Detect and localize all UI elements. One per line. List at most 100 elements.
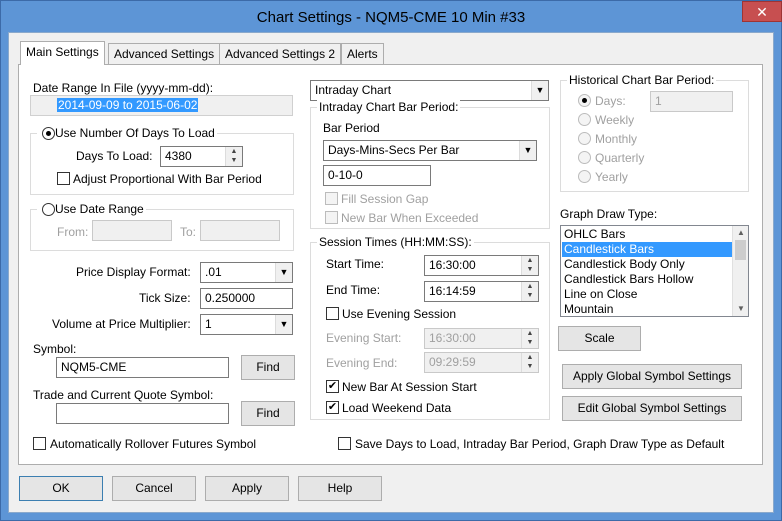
rollover-checkbox[interactable] (33, 437, 46, 450)
close-icon[interactable]: ✕ (742, 1, 782, 22)
tab-advanced-settings-2[interactable]: Advanced Settings 2 (219, 43, 342, 65)
use-days-radio[interactable] (42, 127, 55, 140)
help-button[interactable]: Help (298, 476, 382, 501)
new-bar-session-start-checkbox[interactable]: ✔ (326, 380, 339, 393)
tick-size-label: Tick Size: (139, 291, 191, 305)
tab-alerts[interactable]: Alerts (341, 43, 384, 65)
start-time-spinner[interactable]: ▲ ▼ (521, 256, 538, 275)
price-format-value: .01 (205, 265, 222, 279)
symbol-label: Symbol: (33, 342, 77, 356)
end-time-value: 16:14:59 (429, 284, 476, 298)
price-format-label: Price Display Format: (76, 265, 191, 279)
fill-session-gap-label: Fill Session Gap (341, 192, 429, 206)
days-input: 1 (650, 91, 733, 112)
list-item[interactable]: Candlestick Bars (562, 242, 734, 257)
bar-period-input[interactable]: 0-10-0 (323, 165, 431, 186)
quarterly-label: Quarterly (595, 151, 645, 165)
list-item[interactable]: Mountain (562, 302, 734, 316)
chart-type-select[interactable]: Intraday Chart ▼ (310, 80, 549, 101)
hist-group-label: Historical Chart Bar Period: (567, 73, 717, 87)
apply-button[interactable]: Apply (205, 476, 289, 501)
symbol-input[interactable]: NQM5-CME (56, 357, 229, 378)
list-item[interactable]: Line on Close (562, 287, 734, 302)
days-to-load-value: 4380 (165, 149, 192, 163)
from-label: From: (57, 225, 89, 239)
end-time-spinner[interactable]: ▲ ▼ (521, 282, 538, 301)
evening-end-spinner: ▲ ▼ (521, 353, 538, 372)
list-scrollbar[interactable]: ▲ ▼ (732, 226, 748, 316)
tick-size-input[interactable]: 0.250000 (200, 288, 293, 309)
vap-multiplier-select[interactable]: 1 ▼ (200, 314, 293, 335)
intraday-group-label: Intraday Chart Bar Period: (317, 100, 461, 114)
scale-button[interactable]: Scale (558, 326, 641, 351)
chevron-down-icon[interactable]: ▼ (531, 81, 548, 100)
title-bar[interactable]: Chart Settings - NQM5-CME 10 Min #33 ✕ (1, 1, 782, 33)
graph-draw-type-list[interactable]: OHLC Bars Candlestick Bars Candlestick B… (560, 225, 749, 317)
end-time-input[interactable]: 16:14:59 ▲ ▼ (424, 281, 539, 302)
date-range-value: 2014-09-09 to 2015-06-02 (57, 98, 199, 112)
apply-global-symbol-settings-button[interactable]: Apply Global Symbol Settings (562, 364, 742, 389)
evening-end-input: 09:29:59 ▲ ▼ (424, 352, 539, 373)
monthly-label: Monthly (595, 132, 638, 146)
tab-main-settings[interactable]: Main Settings (20, 41, 105, 65)
start-time-label: Start Time: (326, 257, 385, 271)
new-bar-exceeded-checkbox[interactable] (325, 211, 338, 224)
evening-start-spinner: ▲ ▼ (521, 329, 538, 348)
yearly-radio[interactable] (578, 170, 591, 183)
list-item[interactable]: Candlestick Bars Hollow (562, 272, 734, 287)
ok-button[interactable]: OK (19, 476, 103, 501)
chevron-down-icon[interactable]: ▼ (275, 315, 292, 334)
list-item[interactable]: Candlestick Body Only (562, 257, 734, 272)
days-spinner[interactable]: ▲ ▼ (225, 147, 242, 166)
chevron-down-icon[interactable]: ▼ (275, 263, 292, 282)
edit-global-symbol-settings-button[interactable]: Edit Global Symbol Settings (562, 396, 742, 421)
save-default-label: Save Days to Load, Intraday Bar Period, … (355, 437, 725, 451)
date-range-field: 2014-09-09 to 2015-06-02 (30, 95, 293, 116)
chevron-down-icon[interactable]: ▼ (519, 141, 536, 160)
days-label: Days: (595, 94, 626, 108)
scroll-down-icon[interactable]: ▼ (733, 302, 748, 316)
yearly-label: Yearly (595, 170, 628, 184)
date-range-label: Date Range In File (yyyy-mm-dd): (33, 81, 214, 95)
bar-period-select[interactable]: Days-Mins-Secs Per Bar ▼ (323, 140, 537, 161)
list-item[interactable]: OHLC Bars (562, 227, 734, 242)
session-group-label: Session Times (HH:MM:SS): (317, 235, 474, 249)
load-weekend-data-checkbox[interactable]: ✔ (326, 401, 339, 414)
adjust-proportional-label: Adjust Proportional With Bar Period (73, 172, 262, 186)
weekly-label: Weekly (595, 113, 635, 127)
trade-symbol-find-button[interactable]: Find (241, 401, 295, 426)
window-title: Chart Settings - NQM5-CME 10 Min #33 (256, 9, 526, 26)
use-evening-session-checkbox[interactable] (326, 307, 339, 320)
tab-advanced-settings[interactable]: Advanced Settings (108, 43, 221, 65)
days-to-load-input[interactable]: 4380 ▲ ▼ (160, 146, 243, 167)
adjust-proportional-checkbox[interactable] (57, 172, 70, 185)
weekly-radio[interactable] (578, 113, 591, 126)
symbol-find-button[interactable]: Find (241, 355, 295, 380)
evening-start-value: 16:30:00 (429, 331, 476, 345)
use-date-range-radio[interactable] (42, 203, 55, 216)
load-weekend-data-label: Load Weekend Data (342, 401, 452, 415)
scroll-up-icon[interactable]: ▲ (733, 226, 748, 240)
new-bar-exceeded-label: New Bar When Exceeded (341, 211, 479, 225)
new-bar-session-start-label: New Bar At Session Start (342, 380, 477, 394)
start-time-value: 16:30:00 (429, 258, 476, 272)
save-default-checkbox[interactable] (338, 437, 351, 450)
fill-session-gap-checkbox[interactable] (325, 192, 338, 205)
rollover-label: Automatically Rollover Futures Symbol (50, 437, 257, 451)
monthly-radio[interactable] (578, 132, 591, 145)
cancel-button[interactable]: Cancel (112, 476, 196, 501)
scroll-thumb[interactable] (735, 240, 746, 260)
evening-start-label: Evening Start: (326, 331, 402, 345)
price-format-select[interactable]: .01 ▼ (200, 262, 293, 283)
days-radio[interactable] (578, 94, 591, 107)
vap-multiplier-label: Volume at Price Multiplier: (52, 317, 191, 331)
from-date-field (92, 220, 172, 241)
start-time-input[interactable]: 16:30:00 ▲ ▼ (424, 255, 539, 276)
trade-symbol-input[interactable] (56, 403, 229, 424)
evening-start-input: 16:30:00 ▲ ▼ (424, 328, 539, 349)
quarterly-radio[interactable] (578, 151, 591, 164)
use-days-label: Use Number Of Days To Load (37, 126, 217, 140)
evening-end-label: Evening End: (326, 356, 398, 370)
chart-type-value: Intraday Chart (315, 83, 392, 97)
days-to-load-label: Days To Load: (76, 149, 153, 163)
